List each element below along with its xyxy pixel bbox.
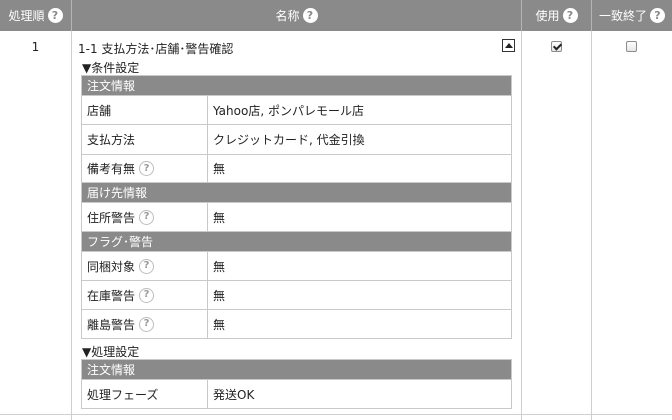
help-circle-icon[interactable]: ?: [650, 8, 665, 23]
rule-order: 1: [31, 40, 40, 54]
condition-value: 無: [213, 288, 226, 303]
conditions-table: 注文情報 店舗 Yahoo店, ポンパレモール店 支払方法 クレジットカード, …: [81, 75, 512, 339]
condition-key-label: 店舗: [87, 103, 112, 118]
processing-value: 発送OK: [213, 387, 255, 402]
column-divider: [71, 31, 72, 420]
table-row: 同梱対象? 無: [82, 252, 511, 281]
help-circle-icon[interactable]: ?: [47, 8, 63, 23]
group-header-order-info: 注文情報: [82, 76, 511, 96]
column-header-order-label: 処理順: [8, 9, 45, 23]
help-circle-icon[interactable]: ?: [139, 316, 155, 332]
column-header-match-end: 一致終了 ?: [592, 0, 672, 31]
condition-key: 離島警告?: [82, 310, 208, 338]
table-row: 店舗 Yahoo店, ポンパレモール店: [82, 96, 511, 125]
condition-value: 無: [213, 317, 226, 332]
help-circle-icon[interactable]: ?: [139, 209, 155, 225]
help-circle-icon[interactable]: ?: [302, 8, 318, 23]
table-row: 処理フェーズ 発送OK: [82, 380, 511, 409]
condition-value: Yahoo店, ポンパレモール店: [213, 103, 364, 118]
condition-key-label: 離島警告: [87, 317, 136, 332]
table-row: 備考有無? 無: [82, 155, 511, 183]
column-header-name-label: 名称: [275, 9, 300, 23]
table-row: 支払方法 クレジットカード, 代金引換: [82, 125, 511, 155]
condition-value: 無: [213, 259, 226, 274]
condition-key: 支払方法: [82, 125, 208, 154]
condition-key-label: 備考有無: [87, 162, 136, 176]
collapse-up-icon[interactable]: [502, 39, 515, 52]
column-header-name: 名称 ?: [72, 0, 522, 31]
condition-key-label: 住所警告: [87, 210, 136, 225]
conditions-section-title[interactable]: ▼条件設定: [82, 59, 139, 76]
help-circle-icon[interactable]: ?: [139, 258, 155, 274]
condition-key: 同梱対象?: [82, 252, 208, 280]
help-circle-icon[interactable]: ?: [139, 287, 155, 303]
table-row: 在庫警告? 無: [82, 281, 511, 310]
column-header-match-end-label: 一致終了: [598, 9, 647, 23]
table-row: 離島警告? 無: [82, 310, 511, 339]
condition-key-label: 支払方法: [87, 133, 136, 147]
condition-value: クレジットカード, 代金引換: [213, 133, 365, 147]
processing-key-label: 処理フェーズ: [87, 387, 159, 402]
condition-value: 無: [213, 210, 226, 225]
processing-key: 処理フェーズ: [82, 380, 208, 408]
use-checkbox[interactable]: [551, 41, 562, 52]
column-divider: [521, 31, 522, 420]
condition-key-label: 同梱対象: [87, 259, 136, 274]
condition-key: 備考有無?: [82, 155, 208, 182]
table-row: 住所警告? 無: [82, 203, 511, 232]
row-divider: [0, 414, 672, 415]
group-header-order-info: 注文情報: [82, 360, 511, 380]
match-end-checkbox[interactable]: [626, 41, 637, 52]
condition-key: 店舗: [82, 96, 208, 124]
condition-key: 住所警告?: [82, 203, 208, 231]
rule-name[interactable]: 1-1 支払方法･店舗･警告確認: [78, 40, 233, 57]
column-header-order: 処理順 ?: [0, 0, 72, 31]
help-circle-icon[interactable]: ?: [562, 8, 578, 23]
processing-section-title[interactable]: ▼処理設定: [82, 343, 139, 360]
processing-table: 注文情報 処理フェーズ 発送OK: [81, 359, 512, 409]
column-divider: [591, 31, 592, 420]
condition-value: 無: [213, 162, 226, 176]
column-header-use-label: 使用: [535, 9, 560, 23]
group-header-destination-info: 届け先情報: [82, 183, 511, 203]
help-circle-icon[interactable]: ?: [139, 161, 155, 176]
column-header-use: 使用 ?: [522, 0, 592, 31]
condition-key-label: 在庫警告: [87, 288, 136, 303]
group-header-flags-warnings: フラグ･警告: [82, 232, 511, 252]
condition-key: 在庫警告?: [82, 281, 208, 309]
